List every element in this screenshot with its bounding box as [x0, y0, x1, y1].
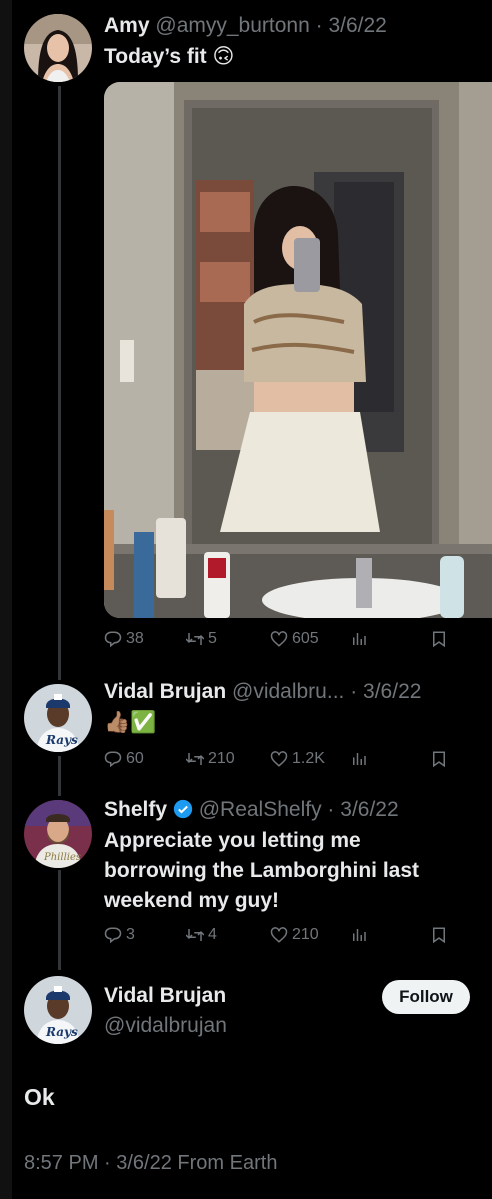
reply-count: 60 [126, 750, 144, 767]
tweet-header: Amy @amyy_burtonn · 3/6/22 [104, 14, 387, 38]
tweet-text: 👍🏽✅ [104, 711, 157, 734]
bookmark-button[interactable] [430, 630, 448, 648]
heart-icon [270, 631, 288, 647]
separator-dot: · [309, 14, 329, 37]
bookmark-icon [433, 927, 445, 944]
tweet-text-line: borrowing the Lamborghini last [104, 859, 419, 882]
left-edge [0, 0, 12, 1199]
tweet-photo[interactable] [104, 82, 492, 618]
reply-count: 3 [126, 926, 135, 943]
analytics-icon [353, 929, 366, 941]
display-name[interactable]: Vidal Brujan [104, 984, 226, 1008]
like-button[interactable]: 210 [270, 926, 319, 944]
separator-dot: · [344, 680, 364, 703]
avatar-vidal-brujan[interactable]: Rays [24, 976, 92, 1044]
analytics-icon [353, 753, 366, 765]
tweet-timestamp: 8:57 PM · 3/6/22 From Earth [24, 1152, 278, 1174]
like-count: 605 [292, 630, 319, 647]
follow-button[interactable]: Follow [382, 980, 470, 1014]
svg-text:Phillies: Phillies [43, 852, 81, 863]
retweet-count: 5 [208, 630, 217, 647]
heart-icon [270, 927, 288, 943]
retweet-button[interactable]: 5 [186, 630, 217, 648]
user-handle[interactable]: @vidalbru... [232, 680, 344, 703]
retweet-count: 4 [208, 926, 217, 943]
tweet-date[interactable]: 3/6/22 [363, 680, 421, 703]
user-handle[interactable]: @RealShelfy [199, 798, 322, 821]
avatar-vidal-brujan[interactable]: Rays [24, 684, 92, 752]
like-button[interactable]: 1.2K [270, 750, 325, 768]
tweet-actions: 60 210 1.2K [104, 750, 492, 776]
main-tweet-text: Ok [24, 1084, 55, 1110]
display-name[interactable]: Amy [104, 14, 150, 37]
svg-text:Rays: Rays [45, 1025, 78, 1039]
svg-text:Rays: Rays [45, 733, 78, 747]
bookmark-button[interactable] [430, 926, 448, 944]
like-count: 210 [292, 926, 319, 943]
tweet-text-line: weekend my guy! [104, 889, 280, 912]
retweet-icon [186, 633, 204, 645]
avatar-shelfy[interactable]: Phillies [24, 800, 92, 868]
tweet-date[interactable]: 3/6/22 [340, 798, 398, 821]
like-button[interactable]: 605 [270, 630, 319, 648]
reply-icon [104, 927, 122, 944]
views-button[interactable] [350, 630, 368, 648]
separator-dot: · [321, 798, 341, 821]
thread-line [58, 756, 61, 796]
tweet-text-line: Appreciate you letting me [104, 829, 361, 852]
tweet-actions: 3 4 210 [104, 926, 492, 952]
tweet-date[interactable]: 3/6/22 [328, 14, 386, 37]
bookmark-button[interactable] [430, 750, 448, 768]
like-count: 1.2K [292, 750, 325, 767]
tweet-text: Today’s fit 🙃 [104, 45, 235, 68]
tweet-header: Vidal Brujan @vidalbru... · 3/6/22 [104, 680, 421, 704]
verified-badge-icon [173, 799, 193, 819]
tweet-header: Shelfy @RealShelfy · 3/6/22 [104, 798, 399, 822]
display-name[interactable]: Shelfy [104, 798, 167, 821]
reply-icon [104, 751, 122, 768]
retweet-count: 210 [208, 750, 235, 767]
bookmark-icon [433, 631, 445, 648]
retweet-icon [186, 929, 204, 941]
reply-button[interactable]: 3 [104, 926, 135, 944]
display-name[interactable]: Vidal Brujan [104, 680, 226, 703]
reply-count: 38 [126, 630, 144, 647]
retweet-button[interactable]: 4 [186, 926, 217, 944]
retweet-icon [186, 753, 204, 765]
analytics-icon [353, 633, 366, 645]
views-button[interactable] [350, 750, 368, 768]
thread-line [58, 86, 61, 680]
retweet-button[interactable]: 210 [186, 750, 235, 768]
bookmark-icon [433, 751, 445, 768]
reply-button[interactable]: 60 [104, 750, 144, 768]
user-handle[interactable]: @vidalbrujan [104, 1014, 227, 1038]
reply-icon [104, 631, 122, 648]
heart-icon [270, 751, 288, 767]
user-handle[interactable]: @amyy_burtonn [155, 14, 309, 37]
avatar-amy[interactable] [24, 14, 92, 82]
reply-button[interactable]: 38 [104, 630, 144, 648]
tweet-actions: 38 5 605 [104, 630, 492, 656]
views-button[interactable] [350, 926, 368, 944]
thread-line [58, 870, 61, 970]
